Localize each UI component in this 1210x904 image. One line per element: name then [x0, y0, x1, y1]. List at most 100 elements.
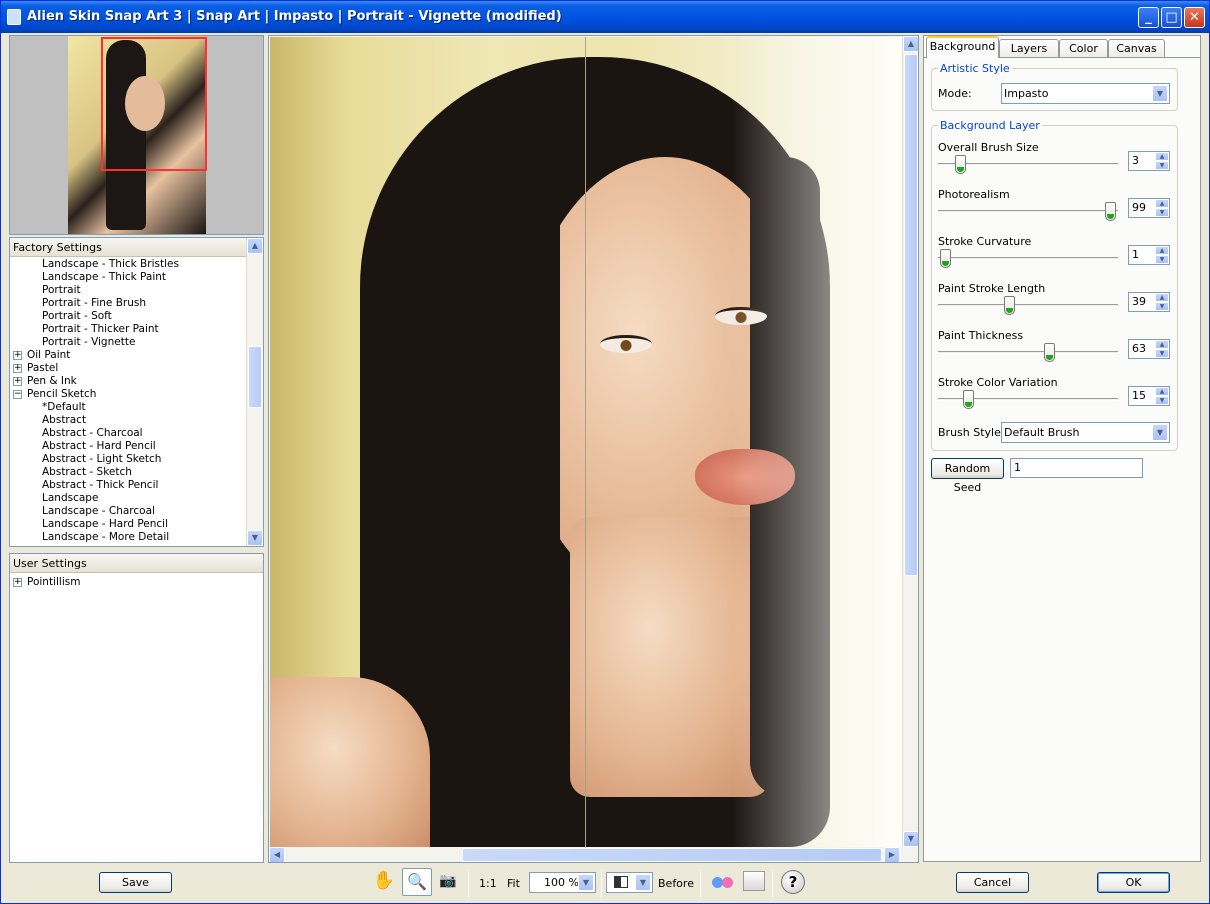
preview-vertical-scrollbar[interactable]: ▲ ▼ — [902, 36, 918, 847]
tree-item[interactable]: Abstract - Thick Pencil — [10, 479, 246, 492]
tree-item[interactable]: Abstract - Hard Pencil — [10, 440, 246, 453]
tree-item[interactable]: Portrait - Fine Brush — [10, 297, 246, 310]
spin-down-icon[interactable]: ▼ — [1155, 208, 1169, 217]
slider[interactable] — [938, 295, 1118, 317]
brush-style-select[interactable]: Default Brush ▼ — [1001, 422, 1170, 443]
tab-color[interactable]: Color — [1059, 39, 1108, 58]
tree-item[interactable]: Landscape - Hard Pencil — [10, 518, 246, 531]
slider[interactable] — [938, 248, 1118, 270]
preview-scroll-left-icon[interactable]: ◀ — [269, 847, 285, 862]
chevron-down-icon[interactable]: ▼ — [1152, 85, 1168, 102]
spin-up-icon[interactable]: ▲ — [1155, 293, 1169, 302]
tab-layers[interactable]: Layers — [999, 39, 1059, 58]
tree-item[interactable]: Portrait - Thicker Paint — [10, 323, 246, 336]
navigator-thumbnail[interactable] — [9, 35, 264, 235]
preview-pane[interactable]: ▲ ▼ ◀ ▶ — [268, 35, 919, 863]
tree-item[interactable]: *Default — [10, 401, 246, 414]
tree-item[interactable]: Abstract - Sketch — [10, 466, 246, 479]
before-after-split-line[interactable] — [585, 37, 586, 847]
tree-item[interactable]: + Pastel — [10, 362, 246, 375]
factory-scrollbar[interactable]: ▲ ▼ — [246, 238, 263, 546]
tree-item[interactable]: Abstract - Light Sketch — [10, 453, 246, 466]
expand-icon[interactable]: + — [13, 377, 22, 386]
split-chevron-down-icon[interactable]: ▼ — [635, 874, 651, 891]
random-seed-button[interactable]: Random Seed — [931, 458, 1004, 494]
value-spinner[interactable]: 63 ▲ ▼ — [1128, 339, 1170, 359]
spin-down-icon[interactable]: ▼ — [1155, 302, 1169, 311]
tree-item[interactable]: − Pencil Sketch — [10, 388, 246, 401]
tree-item[interactable]: + Pen & Ink — [10, 375, 246, 388]
preview-scroll-right-icon[interactable]: ▶ — [884, 847, 900, 862]
chevron-down-icon[interactable]: ▼ — [1152, 424, 1168, 441]
value-spinner[interactable]: 1 ▲ ▼ — [1128, 245, 1170, 265]
scroll-up-arrow-icon[interactable]: ▲ — [247, 238, 263, 254]
collapse-icon[interactable]: − — [13, 390, 22, 399]
spin-up-icon[interactable]: ▲ — [1155, 199, 1169, 208]
mode-select[interactable]: Impasto ▼ — [1001, 83, 1170, 104]
spin-up-icon[interactable]: ▲ — [1155, 152, 1169, 161]
random-seed-input[interactable]: 1 — [1010, 458, 1143, 478]
spin-down-icon[interactable]: ▼ — [1155, 396, 1169, 405]
zoom-select[interactable]: 100 % ▼ — [529, 872, 596, 893]
slider-knob[interactable] — [1044, 343, 1055, 362]
preview-scroll-up-icon[interactable]: ▲ — [903, 36, 918, 52]
spin-up-icon[interactable]: ▲ — [1155, 246, 1169, 255]
slider[interactable] — [938, 154, 1118, 176]
ok-button[interactable]: OK — [1097, 872, 1170, 893]
slider-knob[interactable] — [1004, 296, 1015, 315]
slider-track[interactable] — [938, 257, 1118, 260]
preview-hscroll-thumb[interactable] — [462, 848, 882, 862]
scroll-down-arrow-icon[interactable]: ▼ — [247, 530, 263, 546]
expand-icon[interactable]: + — [13, 578, 22, 587]
tree-item[interactable]: Abstract - Charcoal — [10, 427, 246, 440]
tab-canvas[interactable]: Canvas — [1108, 39, 1165, 58]
value-spinner[interactable]: 99 ▲ ▼ — [1128, 198, 1170, 218]
spin-up-icon[interactable]: ▲ — [1155, 387, 1169, 396]
zoom-chevron-down-icon[interactable]: ▼ — [578, 874, 594, 891]
slider[interactable] — [938, 342, 1118, 364]
slider-knob[interactable] — [955, 155, 966, 174]
maximize-button[interactable]: □ — [1161, 7, 1182, 28]
value-spinner[interactable]: 39 ▲ ▼ — [1128, 292, 1170, 312]
tree-item[interactable]: + Oil Paint — [10, 349, 246, 362]
tree-item[interactable]: Landscape - Thick Bristles — [10, 258, 246, 271]
fit-button[interactable]: Fit — [507, 877, 520, 890]
tree-item[interactable]: + Pointillism — [10, 576, 263, 589]
viewport-selection-box[interactable] — [101, 37, 207, 171]
slider-knob[interactable] — [1105, 202, 1116, 221]
tree-item[interactable]: Abstract — [10, 414, 246, 427]
slider[interactable] — [938, 389, 1118, 411]
tree-item[interactable]: Landscape - Thick Paint — [10, 271, 246, 284]
minimize-button[interactable]: _ — [1138, 7, 1159, 28]
expand-icon[interactable]: + — [13, 364, 22, 373]
zoom-tool-icon[interactable]: 🔍 — [402, 868, 432, 896]
slider-track[interactable] — [938, 304, 1118, 307]
title-bar[interactable]: Alien Skin Snap Art 3 | Snap Art | Impas… — [1, 1, 1209, 33]
spin-down-icon[interactable]: ▼ — [1155, 349, 1169, 358]
tree-item[interactable]: Landscape - Charcoal — [10, 505, 246, 518]
slider[interactable] — [938, 201, 1118, 223]
tab-background[interactable]: Background — [926, 36, 999, 58]
scroll-thumb[interactable] — [248, 346, 262, 408]
tree-item[interactable]: Portrait - Soft — [10, 310, 246, 323]
spin-down-icon[interactable]: ▼ — [1155, 255, 1169, 264]
value-spinner[interactable]: 15 ▲ ▼ — [1128, 386, 1170, 406]
slider-knob[interactable] — [940, 249, 951, 268]
hand-tool-icon[interactable]: ✋ — [371, 870, 397, 894]
tree-item[interactable]: Landscape - More Detail — [10, 531, 246, 544]
save-button[interactable]: Save — [99, 872, 172, 893]
split-view-select[interactable]: ▼ — [606, 872, 653, 893]
preview-horizontal-scrollbar[interactable]: ◀ ▶ — [269, 847, 902, 862]
flickr-pink-dot-icon[interactable] — [722, 877, 733, 888]
one-to-one-button[interactable]: 1:1 — [479, 877, 497, 890]
slider-track[interactable] — [938, 351, 1118, 354]
expand-icon[interactable]: + — [13, 351, 22, 360]
tree-item[interactable]: Landscape — [10, 492, 246, 505]
cancel-button[interactable]: Cancel — [956, 872, 1029, 893]
value-spinner[interactable]: 3 ▲ ▼ — [1128, 151, 1170, 171]
spin-down-icon[interactable]: ▼ — [1155, 161, 1169, 170]
slider-knob[interactable] — [963, 390, 974, 409]
preview-scroll-down-icon[interactable]: ▼ — [903, 831, 918, 847]
slider-track[interactable] — [938, 210, 1118, 213]
preferences-icon[interactable] — [743, 871, 765, 891]
